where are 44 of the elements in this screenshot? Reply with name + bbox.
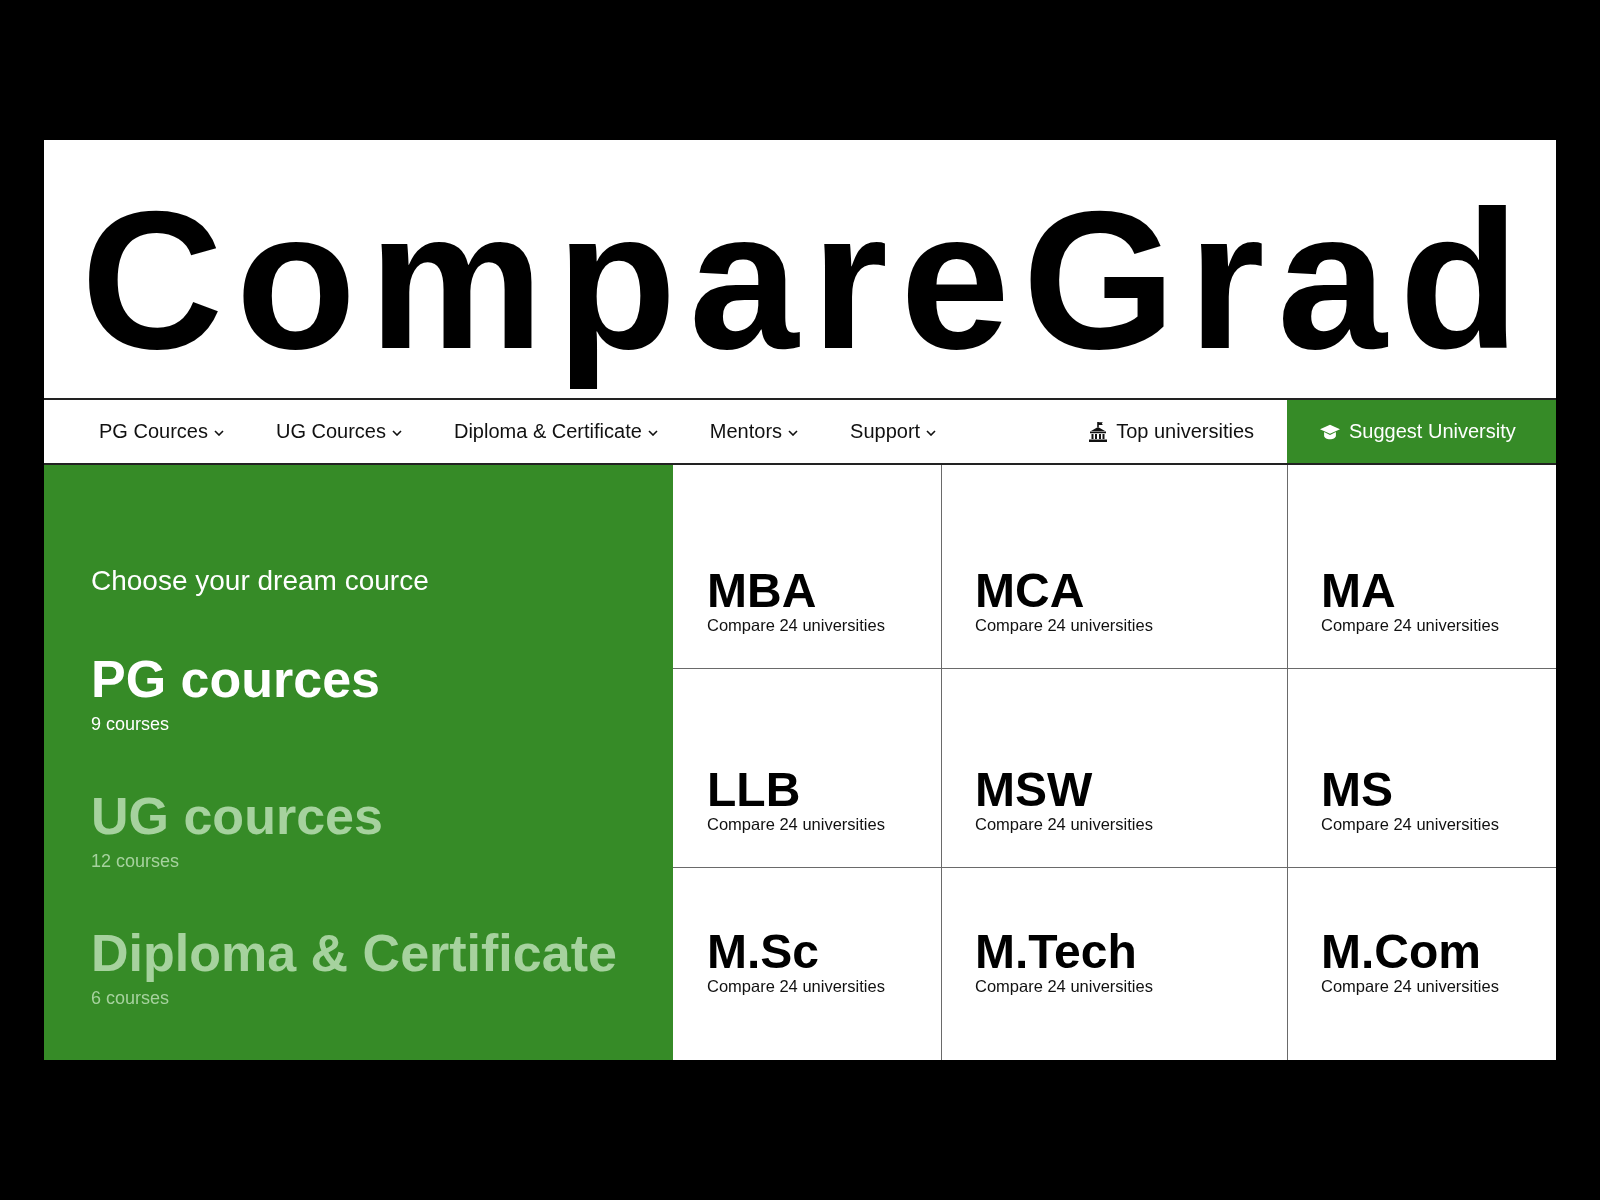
course-card[interactable]: MCA Compare 24 universities: [941, 465, 1287, 668]
course-name: MSW: [975, 766, 1093, 814]
course-card[interactable]: MS Compare 24 universities: [1287, 668, 1556, 867]
nav-dropdown[interactable]: UG Cources: [275, 420, 402, 443]
chevron-down-icon: [788, 429, 799, 436]
course-name: MS: [1321, 766, 1393, 814]
chevron-down-icon: [926, 429, 937, 436]
course-subtitle: Compare 24 universities: [1321, 615, 1499, 635]
course-subtitle: Compare 24 universities: [707, 976, 885, 996]
course-card[interactable]: MBA Compare 24 universities: [673, 465, 941, 668]
building-icon: [1088, 421, 1109, 442]
nav-dropdown[interactable]: Mentors: [709, 420, 799, 443]
course-card[interactable]: M.Com Compare 24 universities: [1287, 867, 1556, 1060]
course-card[interactable]: M.Sc Compare 24 universities: [673, 867, 941, 1060]
logo: CompareGrad: [81, 169, 1533, 392]
suggest-button[interactable]: Suggest University: [1287, 400, 1556, 463]
course-card[interactable]: MSW Compare 24 universities: [941, 668, 1287, 867]
course-card[interactable]: LLB Compare 24 universities: [673, 668, 941, 867]
course-name: MBA: [707, 567, 817, 615]
chevron-down-icon: [213, 429, 224, 436]
course-subtitle: Compare 24 universities: [707, 615, 885, 635]
nav-dropdown[interactable]: Support: [850, 420, 937, 443]
category-tab[interactable]: PG cources 9 courses: [91, 651, 381, 736]
course-subtitle: Compare 24 universities: [975, 615, 1153, 635]
course-name: M.Tech: [975, 928, 1137, 976]
panel-heading: Choose your dream cource: [91, 565, 429, 597]
course-subtitle: Compare 24 universities: [1321, 976, 1499, 996]
course-subtitle: Compare 24 universities: [1321, 814, 1499, 834]
course-name: MA: [1321, 567, 1396, 615]
chevron-down-icon: [647, 429, 658, 436]
nav-link[interactable]: Top universities: [1088, 420, 1254, 443]
chevron-down-icon: [391, 429, 402, 436]
course-name: M.Sc: [707, 928, 820, 976]
graduation-cap-icon: [1320, 423, 1340, 440]
course-name: M.Com: [1321, 928, 1481, 976]
nav-dropdown[interactable]: Diploma & Certificate: [453, 420, 658, 443]
course-name: MCA: [975, 567, 1085, 615]
course-subtitle: Compare 24 universities: [975, 814, 1153, 834]
nav-dropdown[interactable]: PG Cources: [99, 420, 224, 443]
course-card[interactable]: M.Tech Compare 24 universities: [941, 867, 1287, 1060]
course-card[interactable]: MA Compare 24 universities: [1287, 465, 1556, 668]
course-name: LLB: [707, 766, 801, 814]
course-subtitle: Compare 24 universities: [975, 976, 1153, 996]
course-subtitle: Compare 24 universities: [707, 814, 885, 834]
